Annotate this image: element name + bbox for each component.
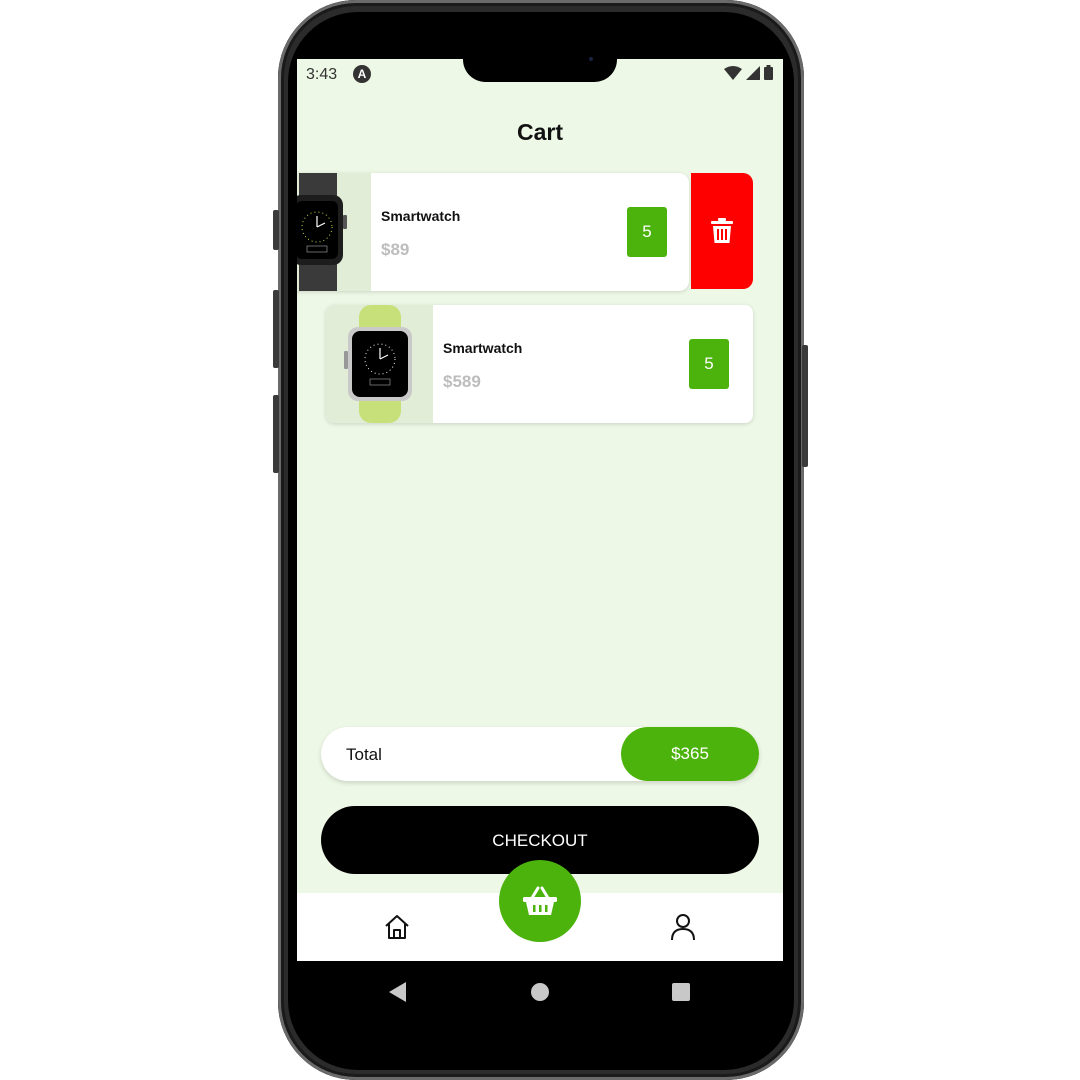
recents-icon[interactable] <box>672 983 690 1001</box>
back-icon[interactable] <box>389 982 407 1002</box>
nav-home[interactable] <box>383 913 411 946</box>
item-price: $589 <box>443 372 481 391</box>
total-bar: Total $365 <box>321 727 759 781</box>
page-title: Cart <box>516 119 563 145</box>
volume-down-button <box>273 395 279 473</box>
user-icon <box>671 914 695 941</box>
home-circle-icon[interactable] <box>531 983 549 1001</box>
delete-button[interactable] <box>691 173 753 289</box>
cart-fab-button[interactable] <box>499 860 581 942</box>
quantity-badge[interactable]: 5 <box>689 339 729 389</box>
app-screen: 3:43 A Cart Smartwatch $89 5 Smartwatch … <box>297 59 783 1020</box>
status-icons <box>724 65 773 80</box>
battery-icon <box>764 65 773 80</box>
wifi-icon <box>724 65 742 80</box>
dynamic-island <box>463 37 617 82</box>
cart-item[interactable]: Smartwatch $89 5 <box>297 173 689 291</box>
signal-icon <box>746 65 760 80</box>
system-nav-bar <box>297 961 783 1020</box>
item-name: Smartwatch <box>381 208 461 224</box>
volume-up-button <box>273 290 279 368</box>
power-button <box>802 345 808 467</box>
basket-icon <box>523 886 557 915</box>
nav-profile[interactable] <box>670 913 696 946</box>
item-price: $89 <box>381 240 410 259</box>
product-image <box>326 305 433 423</box>
total-label: Total <box>346 745 382 764</box>
home-icon <box>385 915 409 939</box>
cart-item[interactable]: Smartwatch $589 5 <box>326 305 753 423</box>
watch-image-icon <box>344 305 412 423</box>
mute-switch <box>273 210 279 250</box>
trash-icon <box>711 218 733 243</box>
total-value: $365 <box>621 727 759 781</box>
item-name: Smartwatch <box>443 340 523 356</box>
status-time: 3:43 <box>306 66 338 83</box>
app-badge-icon: A <box>353 65 371 83</box>
watch-image-icon <box>297 173 347 291</box>
quantity-badge[interactable]: 5 <box>627 207 667 257</box>
product-image <box>297 173 371 291</box>
